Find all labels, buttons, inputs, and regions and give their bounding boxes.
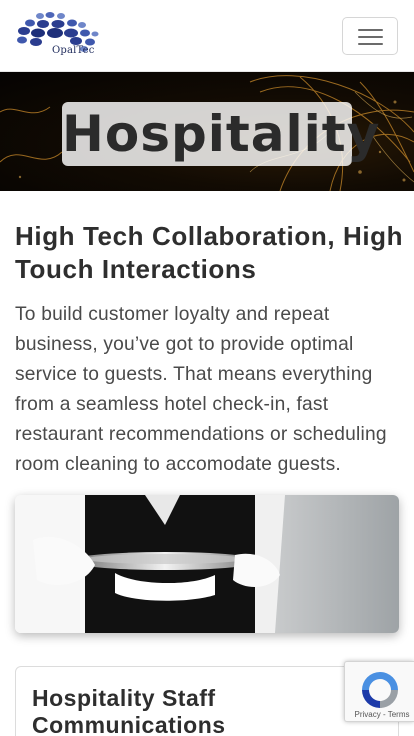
section-paragraph: To build customer loyalty and repeat bus… (15, 304, 387, 475)
recaptcha-badge[interactable]: Privacy - Terms (344, 661, 414, 722)
recaptcha-logo-icon (362, 672, 398, 708)
navbar: OpalTec (0, 0, 414, 72)
recaptcha-links[interactable]: Privacy - Terms (349, 710, 414, 719)
navbar-toggle-button[interactable] (342, 17, 398, 55)
feature-card: Hospitality Staff Communications (15, 666, 399, 736)
hero-title-box: Hospitality (62, 102, 381, 166)
hamburger-menu-icon (358, 29, 383, 31)
section-heading: High Tech Collaboration, High Touch Inte… (15, 221, 404, 284)
page-title: Hospitality (62, 105, 381, 163)
card-title: Hospitality Staff Communications (32, 685, 226, 736)
hamburger-menu-icon (358, 43, 383, 45)
waiter-tray-illustration (15, 495, 399, 633)
brand-name: OpalTec (52, 45, 95, 56)
hero-banner: Hospitality (0, 72, 414, 191)
hamburger-menu-icon (358, 36, 383, 38)
brand-logo-link[interactable]: OpalTec (14, 11, 100, 61)
waiter-tray-image (15, 495, 399, 633)
